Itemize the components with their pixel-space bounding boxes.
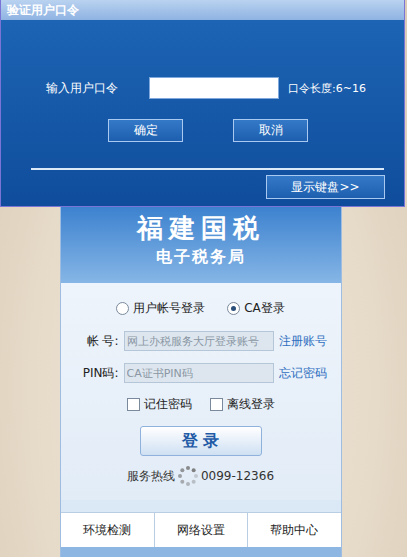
keyboard-row: 显示键盘>> bbox=[1, 175, 404, 199]
checkbox-icon[interactable] bbox=[127, 398, 140, 411]
field-input[interactable] bbox=[124, 363, 274, 383]
password-label: 输入用户口令 bbox=[46, 80, 149, 97]
field-row: 帐 号: 注册账号 bbox=[71, 331, 331, 351]
footer-item[interactable]: 环境检测 bbox=[61, 513, 154, 547]
loading-spinner-icon bbox=[176, 464, 200, 488]
options-row: 记住密码 离线登录 bbox=[127, 396, 275, 413]
field-label: PIN码: bbox=[71, 365, 119, 382]
field-link[interactable]: 忘记密码 bbox=[279, 365, 331, 382]
field-link[interactable]: 注册账号 bbox=[279, 333, 331, 350]
option-checkbox[interactable]: 离线登录 bbox=[210, 396, 275, 413]
dialog-button[interactable]: 确定 bbox=[108, 119, 183, 142]
hotline-label: 服务热线 bbox=[127, 468, 175, 485]
footer-item[interactable]: 网络设置 bbox=[154, 513, 247, 547]
subtitle: 电子税务局 bbox=[156, 245, 246, 269]
dialog-title: 验证用户口令 bbox=[1, 0, 404, 20]
footer-item[interactable]: 帮助中心 bbox=[247, 513, 340, 547]
dialog-button[interactable]: 取消 bbox=[233, 119, 308, 142]
brand: 福建国税 bbox=[137, 211, 265, 245]
login-mode-row: 用户帐号登录 CA登录 bbox=[116, 297, 285, 319]
hotline: 服务热线 0099-12366 bbox=[127, 464, 274, 488]
checkbox-icon[interactable] bbox=[210, 398, 223, 411]
login-header: 福建国税电子税务局 bbox=[61, 207, 341, 283]
login-mode[interactable]: CA登录 bbox=[227, 300, 285, 317]
footer: 环境检测网络设置帮助中心 bbox=[61, 512, 341, 557]
option-checkbox[interactable]: 记住密码 bbox=[127, 396, 192, 413]
field-row: PIN码: 忘记密码 bbox=[71, 363, 331, 383]
login-mode[interactable]: 用户帐号登录 bbox=[116, 300, 205, 317]
length-hint: 口令长度:6~16 bbox=[288, 81, 366, 96]
password-row: 输入用户口令 口令长度:6~16 bbox=[1, 77, 404, 99]
divider bbox=[31, 168, 384, 170]
radio-icon[interactable] bbox=[116, 302, 129, 315]
login-panel: 福建国税电子税务局用户帐号登录CA登录帐 号:注册账号PIN码:忘记密码记住密码… bbox=[60, 207, 342, 557]
page: 验证用户口令输入用户口令口令长度:6~16确定取消显示键盘>>福建国税电子税务局… bbox=[0, 0, 407, 557]
dialog-body: 输入用户口令 口令长度:6~16 确定 取消显示键盘>> bbox=[1, 20, 404, 206]
radio-icon[interactable] bbox=[227, 302, 240, 315]
hotline-number: 0099-12366 bbox=[201, 469, 274, 483]
dialog-buttons: 确定 取消 bbox=[1, 119, 404, 142]
password-input[interactable] bbox=[149, 77, 279, 99]
field-label: 帐 号: bbox=[71, 333, 119, 350]
login-button[interactable]: 登 录 bbox=[140, 426, 262, 456]
background: 福建国税电子税务局用户帐号登录CA登录帐 号:注册账号PIN码:忘记密码记住密码… bbox=[0, 207, 407, 557]
keyboard-button[interactable]: 显示键盘>> bbox=[266, 175, 385, 199]
login-form: 用户帐号登录 CA登录帐 号: 注册账号 PIN码: 忘记密码记住密码 离线登录登 录服务… bbox=[61, 283, 341, 500]
field-input[interactable] bbox=[124, 331, 274, 351]
password-dialog: 验证用户口令输入用户口令 口令长度:6~16 确定 取消显示键盘>> bbox=[0, 0, 405, 207]
